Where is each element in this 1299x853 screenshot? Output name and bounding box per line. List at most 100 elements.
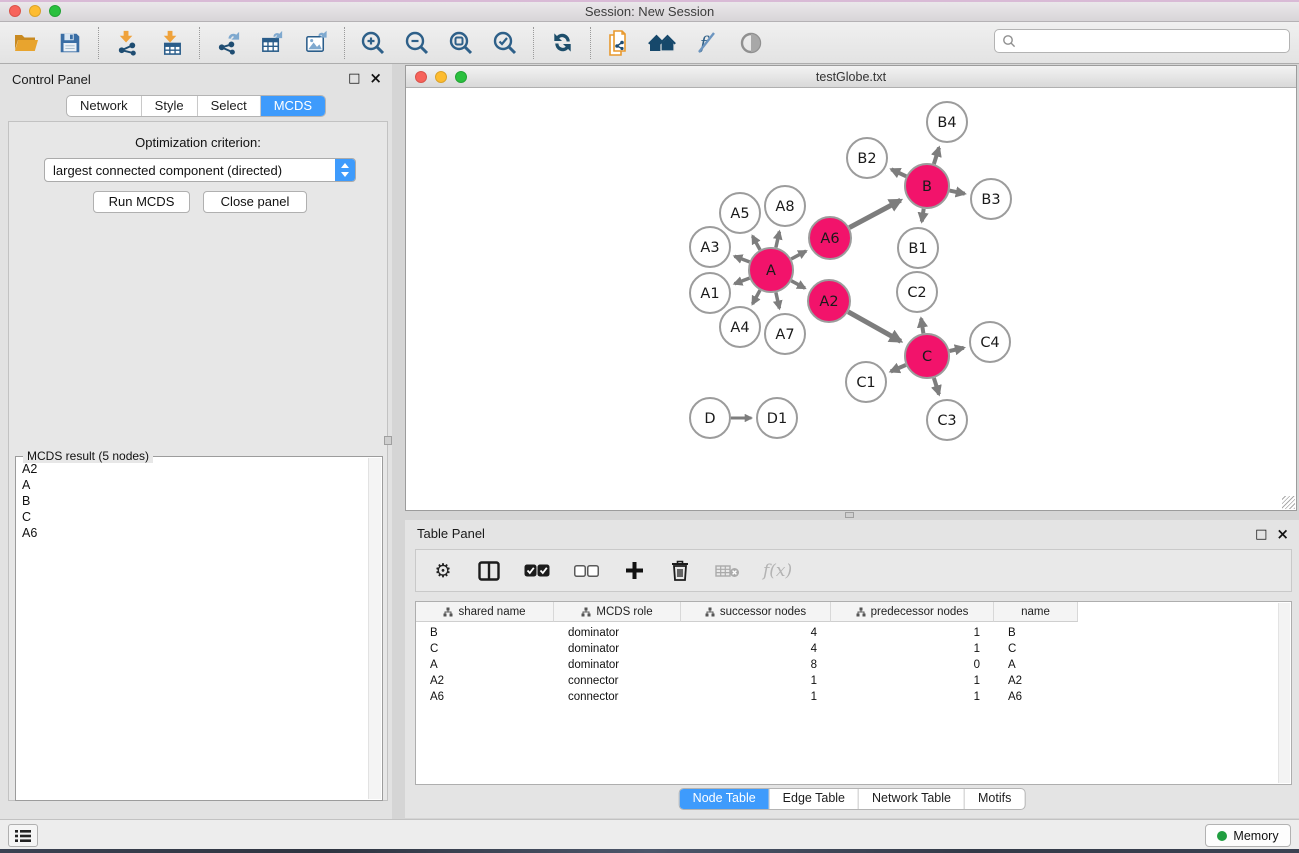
node-A6[interactable]: A6 [809,217,851,259]
search-field[interactable] [994,29,1290,53]
edge-A-A6[interactable] [791,251,806,259]
result-item[interactable]: A2 [22,461,367,477]
edge-A-A1[interactable] [735,278,750,284]
table-cell[interactable]: 1 [831,643,994,655]
home-icon[interactable] [647,26,679,60]
table-cell[interactable]: connector [554,691,681,703]
table-cell[interactable]: dominator [554,659,681,671]
node-A8[interactable]: A8 [765,186,805,226]
table-cell[interactable]: A2 [416,675,554,687]
node-B2[interactable]: B2 [847,138,887,178]
result-item[interactable]: C [22,509,367,525]
optimization-criterion-select[interactable]: largest connected component (directed) [44,158,356,182]
column-header-mcds-role[interactable]: MCDS role [554,602,681,622]
edge-A-A3[interactable] [735,256,750,262]
table-cell[interactable]: 1 [681,675,831,687]
task-history-button[interactable] [8,824,38,847]
import-network-icon[interactable] [111,26,143,60]
function-builder-icon[interactable]: f(x) [763,556,792,586]
tab-mcds[interactable]: MCDS [260,96,325,116]
node-C[interactable]: C [905,334,949,378]
edge-A-A7[interactable] [776,293,780,309]
node-A[interactable]: A [749,248,793,292]
tab-motifs[interactable]: Motifs [964,789,1024,809]
edge-A-A8[interactable] [776,232,780,248]
node-A4[interactable]: A4 [720,307,760,347]
table-cell[interactable]: 1 [831,691,994,703]
edge-A6-B[interactable] [849,200,900,227]
table-close-panel-icon[interactable]: × [1276,527,1289,542]
table-row[interactable]: Adominator80A [416,657,1291,673]
network-window-titlebar[interactable]: testGlobe.txt [406,66,1296,88]
open-network-file-icon[interactable] [603,26,635,60]
zoom-out-icon[interactable] [401,26,433,60]
delete-column-icon[interactable] [669,556,691,586]
tab-edge-table[interactable]: Edge Table [769,789,858,809]
table-cell[interactable]: A [416,659,554,671]
edge-A-A2[interactable] [791,281,805,288]
table-cell[interactable]: 1 [831,675,994,687]
node-A7[interactable]: A7 [765,314,805,354]
show-column-icon[interactable] [478,556,500,586]
table-cell[interactable]: C [994,643,1078,655]
column-header-successor-nodes[interactable]: successor nodes [681,602,831,622]
tab-network-table[interactable]: Network Table [858,789,964,809]
table-cell[interactable]: 4 [681,643,831,655]
table-cell[interactable]: B [416,627,554,639]
network-canvas[interactable]: B4B2BB3A5A8A6A3B1AA1C2A2A4A7C4CC1DD1C3 [406,88,1296,510]
table-cell[interactable]: connector [554,675,681,687]
edge-C-C3[interactable] [934,378,939,394]
table-cell[interactable]: A6 [994,691,1078,703]
edge-B-B4[interactable] [934,148,939,164]
tab-style[interactable]: Style [141,96,197,116]
zoom-in-icon[interactable] [357,26,389,60]
result-scrollbar[interactable] [368,458,381,799]
column-header-name[interactable]: name [994,602,1078,622]
node-C3[interactable]: C3 [927,400,967,440]
result-item[interactable]: B [22,493,367,509]
table-cell[interactable]: 8 [681,659,831,671]
table-cell[interactable]: C [416,643,554,655]
column-header-shared-name[interactable]: shared name [416,602,554,622]
search-input[interactable] [1021,32,1289,50]
delete-table-icon[interactable] [715,556,739,586]
node-B3[interactable]: B3 [971,179,1011,219]
node-B1[interactable]: B1 [898,228,938,268]
edge-C-C2[interactable] [921,319,923,334]
run-mcds-button[interactable]: Run MCDS [93,191,190,213]
table-row[interactable]: Cdominator41C [416,641,1291,657]
export-image-icon[interactable] [300,26,332,60]
table-cell[interactable]: 1 [681,691,831,703]
node-C4[interactable]: C4 [970,322,1010,362]
deselect-all-icon[interactable] [574,556,599,586]
zoom-fit-icon[interactable] [445,26,477,60]
table-cell[interactable]: A2 [994,675,1078,687]
refresh-layout-icon[interactable] [546,26,578,60]
close-panel-icon[interactable]: × [369,71,382,86]
tab-network[interactable]: Network [67,96,141,116]
table-float-panel-icon[interactable]: □ [1255,527,1267,542]
table-cell[interactable]: B [994,627,1078,639]
node-D1[interactable]: D1 [757,398,797,438]
node-A2[interactable]: A2 [808,280,850,322]
node-D[interactable]: D [690,398,730,438]
node-A1[interactable]: A1 [690,273,730,313]
table-cell[interactable]: A6 [416,691,554,703]
node-A5[interactable]: A5 [720,193,760,233]
result-item[interactable]: A6 [22,525,367,541]
node-B4[interactable]: B4 [927,102,967,142]
vertical-splitter-handle[interactable] [384,436,392,445]
node-A3[interactable]: A3 [690,227,730,267]
node-C1[interactable]: C1 [846,362,886,402]
save-session-icon[interactable] [54,26,86,60]
result-item[interactable]: A [22,477,367,493]
edge-B-B3[interactable] [950,191,965,194]
table-settings-icon[interactable]: ⚙ [432,556,454,586]
tab-select[interactable]: Select [197,96,260,116]
table-cell[interactable]: 0 [831,659,994,671]
export-table-icon[interactable] [256,26,288,60]
tab-node-table[interactable]: Node Table [680,789,769,809]
import-table-icon[interactable] [155,26,187,60]
edge-C-C1[interactable] [891,365,906,372]
edge-C-C4[interactable] [950,348,964,351]
